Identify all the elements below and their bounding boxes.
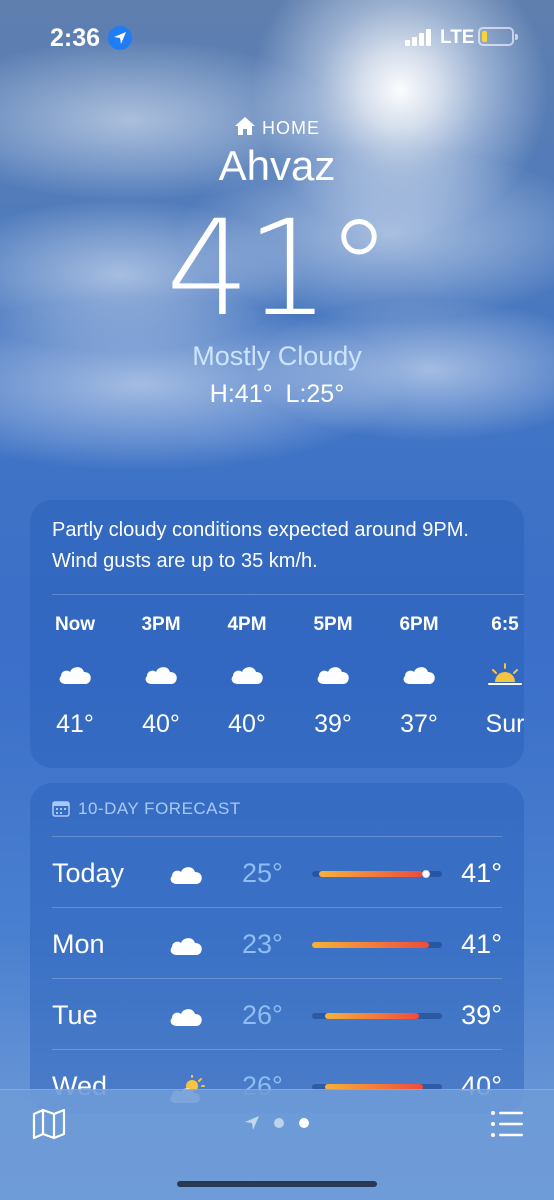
condition-text: Mostly Cloudy [192, 341, 362, 371]
location-arrow-icon [108, 26, 132, 50]
cellular-signal-icon [405, 28, 435, 46]
cloud-icon [315, 662, 351, 691]
forecast-low: 25° [242, 858, 283, 888]
status-bar: 2:36 LTE [0, 0, 554, 70]
city-list-button[interactable] [490, 1110, 524, 1138]
cloud-icon [168, 1004, 204, 1033]
forecast-high: 41° [461, 929, 502, 959]
home-indicator[interactable] [177, 1181, 377, 1187]
hour-temperature: 41° [56, 710, 94, 738]
hour-label: 4PM [227, 614, 267, 635]
cloud-icon [143, 662, 179, 691]
forecast-row[interactable]: Tue 26° 39° [30, 978, 524, 1050]
forecast-low: 23° [242, 929, 283, 959]
forecast-title: 10-DAY FORECAST [78, 799, 241, 818]
hour-label: 6PM [399, 614, 439, 635]
temperature-range-fill [325, 1013, 419, 1019]
current-temp-marker [422, 870, 431, 878]
page-dot[interactable] [274, 1118, 284, 1128]
forecast-summary: Partly cloudy conditions expected around… [52, 519, 469, 572]
city-name: Ahvaz [218, 142, 336, 189]
forecast-day: Tue [52, 1000, 98, 1030]
cloud-icon [57, 662, 93, 691]
temperature-range-bar [312, 942, 442, 948]
bottom-toolbar [0, 1089, 554, 1200]
cloud-icon [168, 933, 204, 962]
hour-label: Now [54, 614, 96, 635]
forecast-header: 10-DAY FORECAST [52, 799, 241, 822]
forecast-low: 26° [242, 1000, 283, 1030]
sunset-icon [487, 662, 523, 693]
temperature-range-bar [312, 870, 442, 878]
temperature-range-bar [312, 1013, 442, 1019]
divider [52, 594, 524, 595]
high-low-text: H:41° L:25° [209, 380, 345, 408]
ten-day-forecast-card[interactable]: 10-DAY FORECAST Today 25° 41° Mon 23° 41° Tue 2… [30, 783, 524, 1113]
forecast-row[interactable]: Today 25° 41° [30, 836, 524, 908]
home-label-row: HOME [0, 116, 554, 141]
status-time: 2:36 [50, 24, 101, 52]
location-arrow-icon [244, 1115, 260, 1136]
forecast-day: Today [52, 858, 125, 888]
cloud-icon [401, 662, 437, 691]
hour-temperature: 37° [400, 710, 438, 738]
hourly-strip[interactable]: Now 41° 3PM 40° 4PM 40° 5PM 39° 6PM 37° 6:5 Sur [0, 614, 524, 764]
forecast-day: Mon [52, 929, 105, 959]
hour-temperature: 39° [314, 710, 352, 738]
cloud-icon [229, 662, 265, 691]
hour-label: 3PM [141, 614, 181, 635]
battery-icon [478, 27, 518, 46]
forecast-high: 41° [461, 858, 502, 888]
network-type: LTE [440, 27, 475, 48]
map-button[interactable] [32, 1108, 66, 1140]
forecast-row[interactable]: Mon 23° 41° [30, 907, 524, 979]
house-icon [234, 116, 256, 141]
hour-temperature: 40° [228, 710, 266, 738]
hour-label: 5PM [313, 614, 353, 635]
map-icon [32, 1108, 66, 1140]
forecast-high: 39° [461, 1000, 502, 1030]
current-temperature: 41° [166, 192, 392, 346]
temperature-range-fill [312, 942, 429, 948]
page-dot-active[interactable] [299, 1118, 309, 1128]
home-label: HOME [262, 118, 320, 138]
hour-temperature: 40° [142, 710, 180, 738]
temperature-range-fill [318, 871, 423, 877]
calendar-icon [52, 800, 70, 822]
cloud-icon [168, 862, 204, 891]
list-icon [491, 1111, 523, 1137]
